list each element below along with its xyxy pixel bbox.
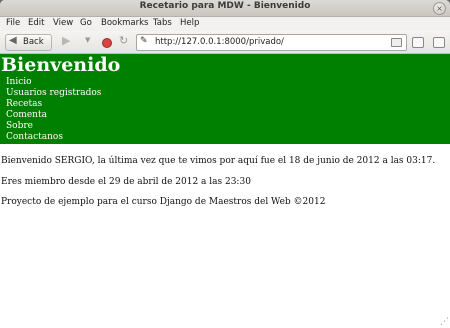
bookmark-icon[interactable] <box>391 38 402 47</box>
menu-bar: File Edit View Go Bookmarks Tabs Help <box>0 17 450 31</box>
close-window-button[interactable]: × <box>433 2 446 15</box>
resize-grip-icon[interactable]: ⋰ <box>440 317 449 327</box>
history-dropdown-icon[interactable]: ▼ <box>85 36 90 44</box>
menu-file[interactable]: File <box>6 18 20 28</box>
menu-edit[interactable]: Edit <box>28 18 44 28</box>
window-title: Recetario para MDW - Bienvenido <box>139 1 311 11</box>
nav-link-sobre[interactable]: Sobre <box>6 121 101 132</box>
nav-link-recetas[interactable]: Recetas <box>6 99 101 110</box>
member-since: Eres miembro desde el 29 de abril de 201… <box>1 177 251 187</box>
menu-tabs[interactable]: Tabs <box>153 18 172 28</box>
menu-view[interactable]: View <box>53 18 73 28</box>
back-button-label: Back <box>23 37 44 47</box>
back-arrow-icon: ◀ <box>9 35 17 46</box>
browser-window: Recetario para MDW - Bienvenido × File E… <box>0 0 450 328</box>
menu-bookmarks[interactable]: Bookmarks <box>101 18 149 28</box>
nav-link-comenta[interactable]: Comenta <box>6 110 101 121</box>
stop-icon[interactable] <box>102 38 112 48</box>
nav-link-inicio[interactable]: Inicio <box>6 77 101 88</box>
reload-icon[interactable]: ↻ <box>119 34 128 47</box>
toolbar-extension-icon[interactable] <box>412 37 424 48</box>
site-nav: Inicio Usuarios registrados Recetas Come… <box>6 77 101 143</box>
back-button[interactable]: ◀ Back <box>5 34 52 51</box>
toolbar-tabs-icon[interactable] <box>433 37 445 48</box>
title-bar: Recetario para MDW - Bienvenido × <box>0 0 450 17</box>
welcome-message: Bienvenido SERGIO, la última vez que te … <box>1 156 436 166</box>
page-title: Bienvenido <box>1 54 121 76</box>
footer-text: Proyecto de ejemplo para el curso Django… <box>1 197 326 207</box>
page-viewport: Bienvenido Inicio Usuarios registrados R… <box>0 54 450 328</box>
nav-link-usuarios[interactable]: Usuarios registrados <box>6 88 101 99</box>
forward-arrow-icon[interactable]: ▶ <box>62 34 70 47</box>
site-identity-icon: ✎ <box>140 36 148 46</box>
url-bar[interactable]: ✎ http://127.0.0.1:8000/privado/ <box>136 34 407 51</box>
site-header: Bienvenido Inicio Usuarios registrados R… <box>0 54 450 144</box>
menu-help[interactable]: Help <box>180 18 199 28</box>
url-text[interactable]: http://127.0.0.1:8000/privado/ <box>155 37 284 47</box>
navigation-toolbar: ◀ Back ▶ ▼ ↻ ✎ http://127.0.0.1:8000/pri… <box>0 31 450 54</box>
nav-link-contactanos[interactable]: Contactanos <box>6 132 101 143</box>
menu-go[interactable]: Go <box>80 18 92 28</box>
